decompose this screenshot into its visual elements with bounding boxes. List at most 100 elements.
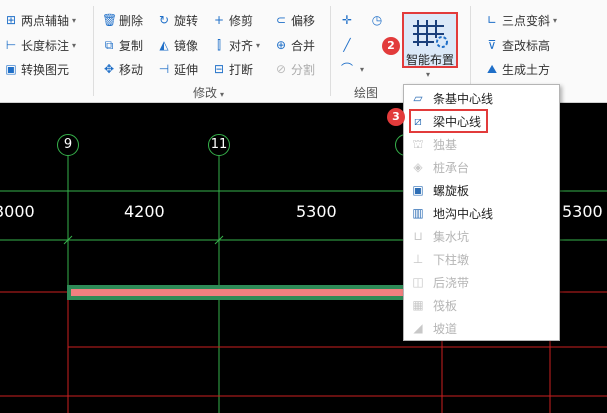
copy-icon: ⧉: [104, 38, 114, 52]
arc-icon: ⌒: [340, 62, 353, 76]
trim-button[interactable]: + 修剪: [212, 10, 253, 30]
three-point-arch-label: 三点变斜: [502, 13, 551, 28]
convert-element-button[interactable]: ▣ 转换图元: [4, 59, 69, 79]
smart-layout-chevron-icon: ▾: [426, 70, 431, 79]
chevron-down-icon: ▾: [220, 90, 225, 99]
length-dimension-label: 长度标注: [21, 38, 70, 53]
delete-icon: 🗑: [102, 13, 118, 27]
chevron-down-icon: ▾: [360, 64, 365, 74]
trim-label: 修剪: [229, 13, 254, 28]
two-point-axis-button[interactable]: ⊞ 两点辅轴 ▾: [4, 10, 76, 30]
beam-centerline-highlight: [409, 109, 488, 133]
extend-button[interactable]: ⊣ 延伸: [157, 59, 198, 79]
point-draw-button[interactable]: ✛: [340, 10, 357, 30]
check-elevation-icon: ⊽: [487, 38, 497, 52]
move-label: 移动: [119, 62, 144, 77]
group-separator: [93, 6, 94, 96]
break-icon: ⊟: [213, 62, 225, 76]
three-point-arch-icon: ∟: [486, 13, 498, 27]
check-elevation-button[interactable]: ⊽ 查改标高: [485, 35, 550, 55]
group-separator: [470, 6, 471, 96]
axis-label-11: 11: [208, 134, 230, 156]
merge-icon: ⊕: [275, 38, 287, 52]
post-cast-strip-icon: ◫: [412, 275, 424, 289]
split-label: 分割: [291, 62, 316, 77]
smart-layout-button[interactable]: 智能布置: [402, 12, 458, 68]
line-icon: ╱: [343, 38, 351, 52]
extend-icon: ⊣: [158, 62, 170, 76]
split-icon: ⊘: [275, 62, 287, 76]
align-button[interactable]: ⫿ 对齐 ▾: [212, 35, 260, 55]
move-icon: ✥: [103, 62, 115, 76]
step-badge-3: 3: [387, 108, 405, 126]
mirror-button[interactable]: ◭ 镜像: [157, 35, 198, 55]
length-dimension-button[interactable]: ⊢ 长度标注 ▾: [4, 35, 76, 55]
mirror-label: 镜像: [174, 38, 199, 53]
rotate-label: 旋转: [174, 13, 199, 28]
isolated-footing-icon: ⛫: [412, 137, 424, 151]
menu-item-trench-centerline[interactable]: ▥ 地沟中心线: [404, 202, 559, 224]
column-pier-icon: ⊥: [412, 252, 424, 266]
convert-element-label: 转换图元: [21, 62, 70, 77]
three-point-arch-button[interactable]: ∟ 三点变斜 ▾: [485, 10, 557, 30]
copy-label: 复制: [119, 38, 144, 53]
draw-group-label: 绘图: [354, 86, 379, 100]
delete-label: 删除: [119, 13, 144, 28]
generate-earthwork-icon: ⛰: [486, 62, 498, 76]
chevron-down-icon: ▾: [72, 15, 77, 25]
raft-slab-icon: ▦: [412, 298, 424, 312]
mirror-icon: ◭: [159, 38, 169, 52]
menu-item-pile-cap[interactable]: ◈ 桩承台: [404, 156, 559, 178]
group-separator: [330, 6, 331, 96]
smart-layout-dropdown-menu: ▱ 条基中心线 ⧄ 梁中心线 ⛫ 独基 ◈ 桩承台 ▣ 螺旋板 ▥ 地沟中心线 ⊔ 集水坑 ⊥…: [403, 84, 560, 341]
delete-button[interactable]: 🗑 删除: [102, 10, 143, 30]
chevron-down-icon: ▾: [72, 40, 77, 50]
menu-item-isolated-footing[interactable]: ⛫ 独基: [404, 133, 559, 155]
two-point-axis-icon: ⊞: [5, 13, 17, 27]
offset-icon: ⊂: [275, 13, 287, 27]
strip-foundation-centerline-icon: ▱: [413, 91, 423, 105]
offset-button[interactable]: ⊂ 偏移: [274, 10, 315, 30]
ramp-icon: ◢: [413, 321, 423, 335]
menu-item-ramp[interactable]: ◢ 坡道: [404, 317, 559, 339]
menu-item-raft-slab[interactable]: ▦ 筏板: [404, 294, 559, 316]
trench-centerline-icon: ▥: [412, 206, 424, 220]
length-dimension-icon: ⊢: [5, 38, 17, 52]
step-badge-2: 2: [382, 37, 400, 55]
two-point-axis-label: 两点辅轴: [21, 13, 70, 28]
convert-element-icon: ▣: [5, 62, 17, 76]
dimension-text: 4200: [124, 202, 165, 221]
check-elevation-label: 查改标高: [502, 38, 551, 53]
move-button[interactable]: ✥ 移动: [102, 59, 143, 79]
copy-button[interactable]: ⧉ 复制: [102, 35, 143, 55]
menu-item-column-pier[interactable]: ⊥ 下柱墩: [404, 248, 559, 270]
break-button[interactable]: ⊟ 打断: [212, 59, 253, 79]
arc-draw-button[interactable]: ⌒ ▾: [340, 59, 364, 79]
spiral-slab-icon: ▣: [412, 183, 424, 197]
modify-group-label: 修改 ▾: [193, 86, 225, 100]
dimension-text: 5300: [296, 202, 337, 221]
menu-item-post-cast-strip[interactable]: ◫ 后浇带: [404, 271, 559, 293]
pile-cap-icon: ◈: [413, 160, 423, 174]
dimension-text: 5300: [562, 202, 603, 221]
chevron-down-icon: ▾: [256, 40, 261, 50]
rotate-button[interactable]: ↻ 旋转: [157, 10, 198, 30]
menu-item-strip-foundation-centerline[interactable]: ▱ 条基中心线: [404, 87, 559, 109]
point-icon: ✛: [341, 13, 353, 27]
offset-label: 偏移: [291, 13, 316, 28]
smart-layout-icon: [413, 20, 448, 48]
menu-item-spiral-slab[interactable]: ▣ 螺旋板: [404, 179, 559, 201]
trim-icon: +: [213, 13, 225, 27]
rotate-icon: ↻: [158, 13, 170, 27]
generate-earthwork-label: 生成土方: [502, 62, 551, 77]
menu-item-sump[interactable]: ⊔ 集水坑: [404, 225, 559, 247]
split-button[interactable]: ⊘ 分割: [274, 59, 315, 79]
generate-earthwork-button[interactable]: ⛰ 生成土方: [485, 59, 550, 79]
merge-button[interactable]: ⊕ 合并: [274, 35, 315, 55]
circle-draw-button[interactable]: ◷: [370, 10, 387, 30]
circle-icon: ◷: [371, 13, 383, 27]
break-label: 打断: [229, 62, 254, 77]
merge-label: 合并: [291, 38, 316, 53]
axis-label-9: 9: [57, 134, 79, 156]
line-draw-button[interactable]: ╱: [340, 35, 357, 55]
